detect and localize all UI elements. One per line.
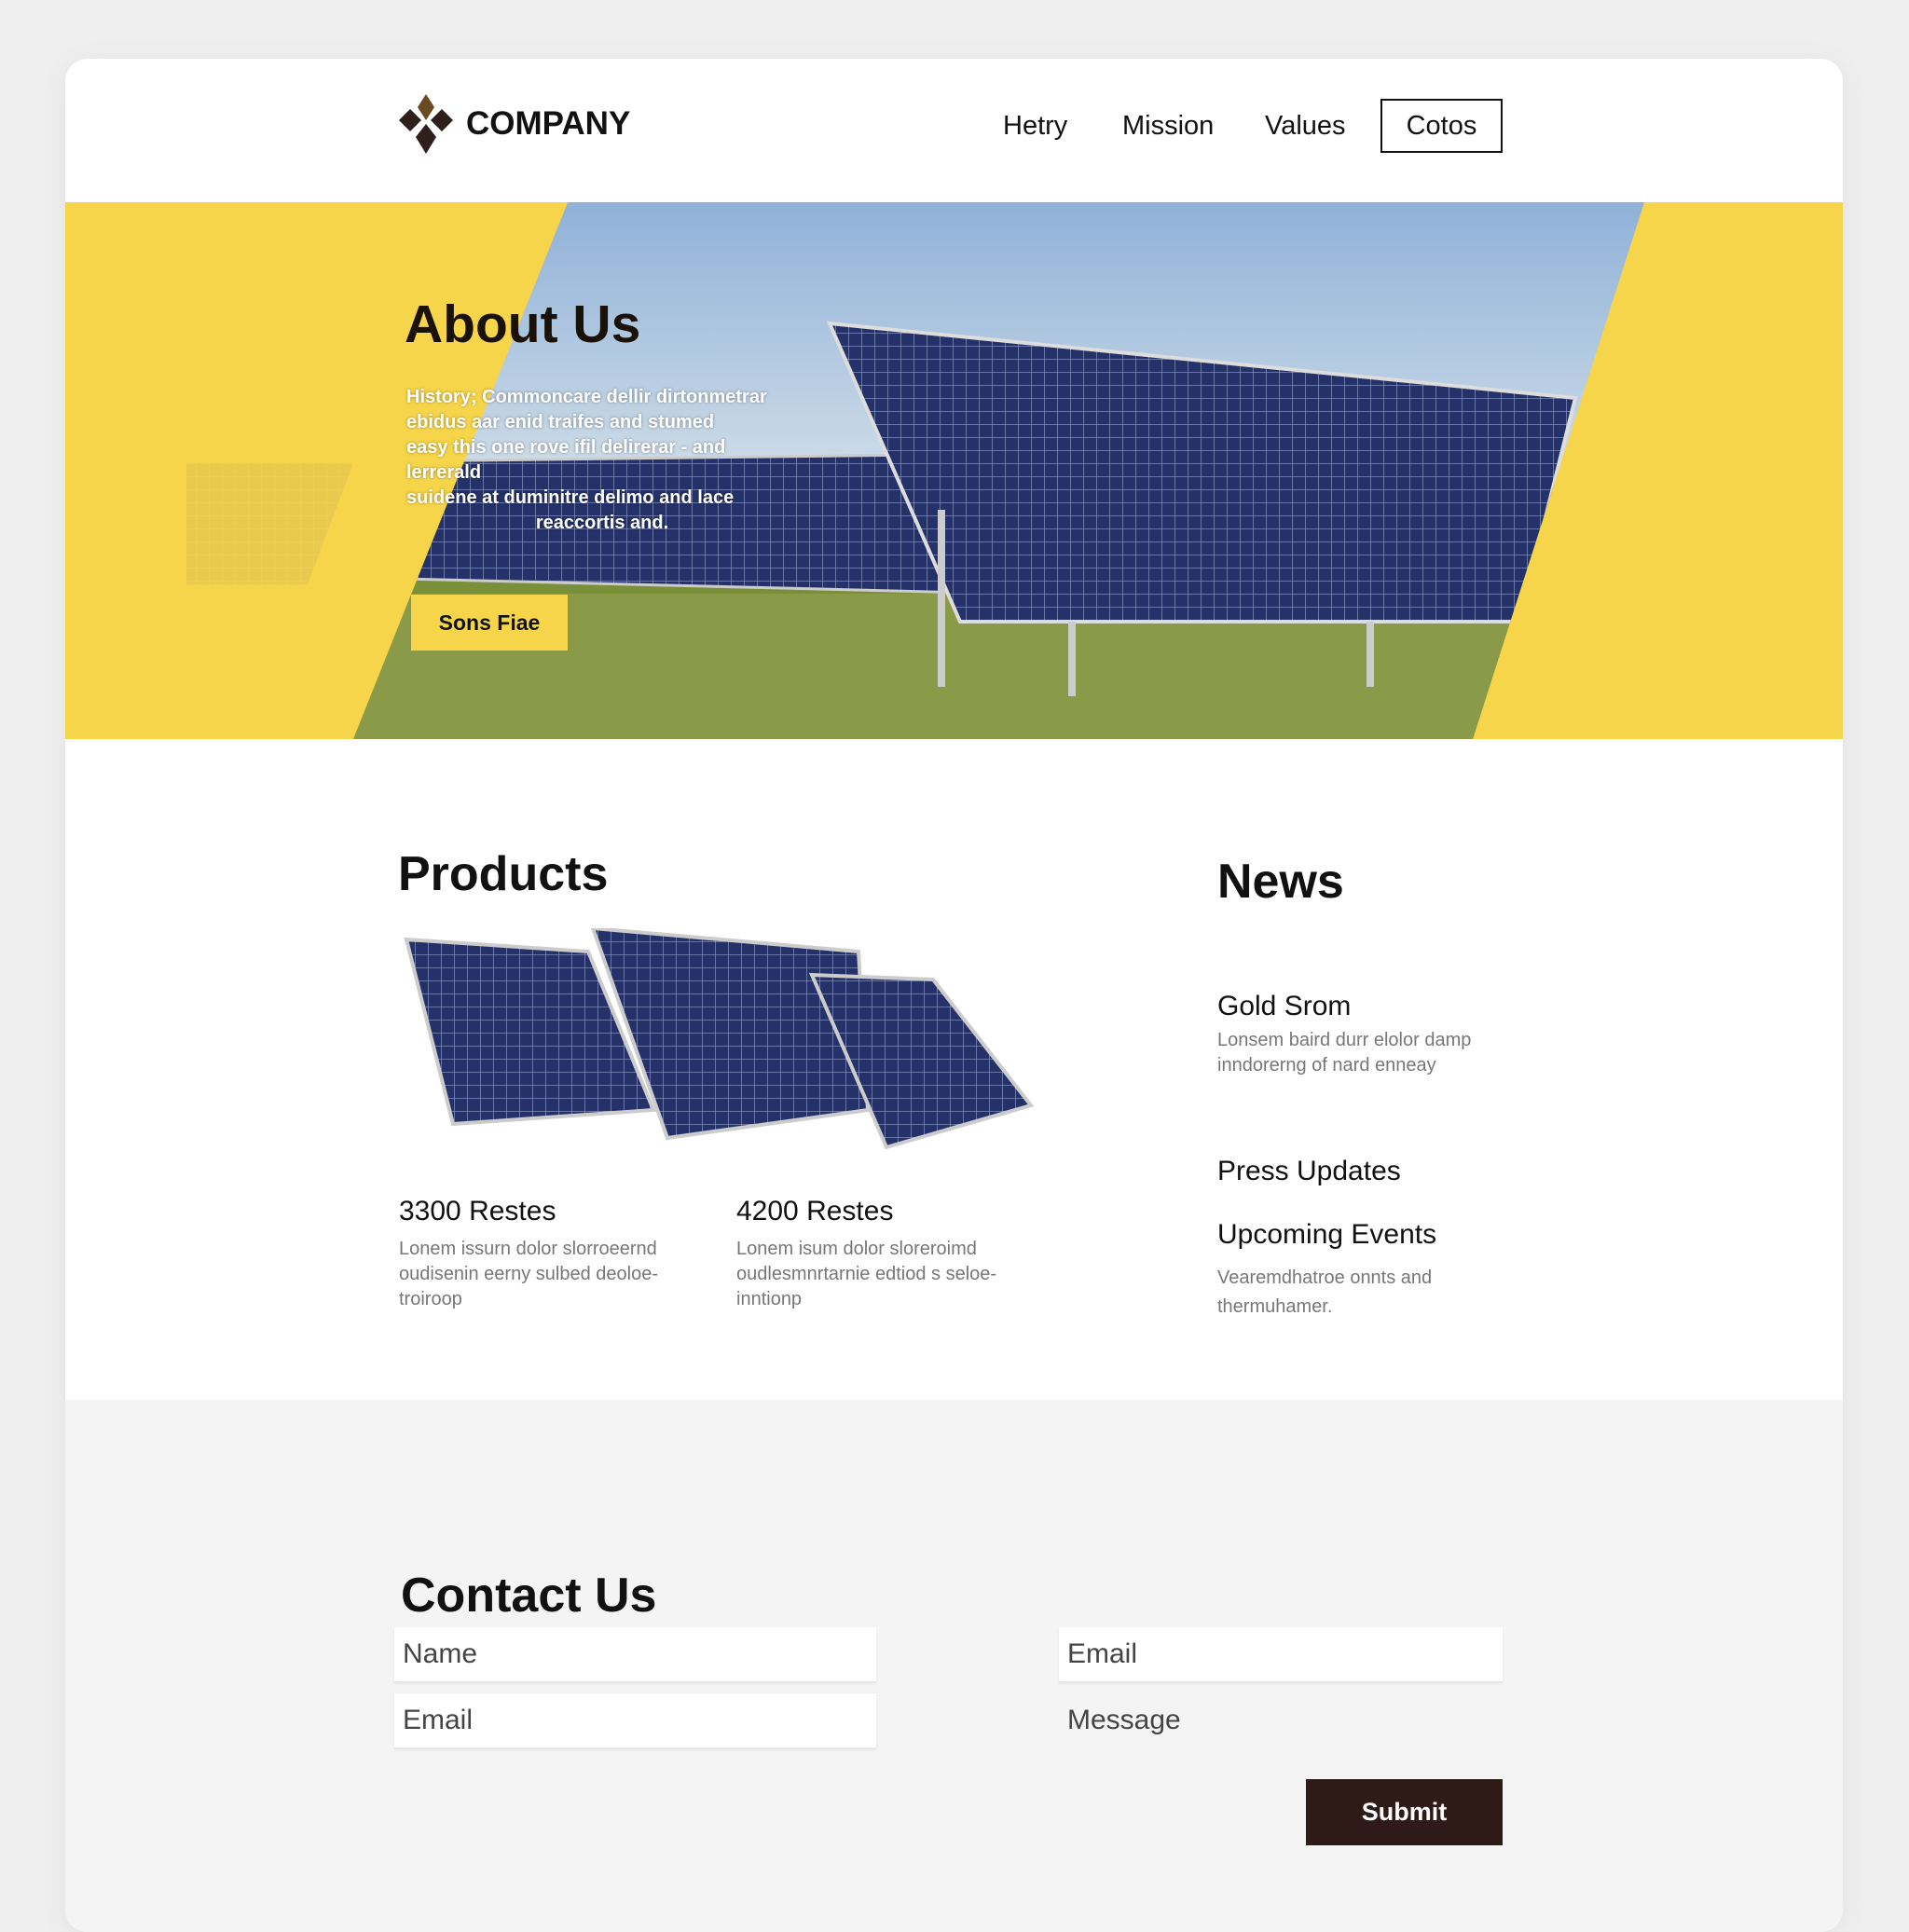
page-card: COMPANY Hetry Mission Values Cotos About… [65, 59, 1843, 1932]
news-item[interactable]: Upcoming Events Vearemdhatroe onnts and … [1217, 1219, 1516, 1322]
product-desc: Lonem isum dolor sloreroimd oudlesmnrtar… [736, 1239, 997, 1309]
nav-contact-button[interactable]: Cotos [1380, 99, 1503, 153]
hero-section: About Us History; Commoncare dellir dirt… [65, 202, 1843, 739]
news-title: Upcoming Events [1217, 1219, 1437, 1250]
nav-mission[interactable]: Mission [1122, 99, 1214, 153]
hero-line: suidene at duminitre delimo and lace [406, 487, 735, 508]
hero-title: About Us [405, 295, 641, 354]
nav-values[interactable]: Values [1265, 99, 1346, 153]
products-image [404, 928, 1035, 1150]
product-card[interactable]: 3300 Restes Lonem issurn dolor slorroeer… [399, 1196, 688, 1312]
solar-field-photo [65, 202, 1644, 739]
product-desc: Lonem issurn dolor slorroeernd oudisenin… [399, 1239, 658, 1309]
news-item[interactable]: Gold Srom Lonsem baird durr elolor damp … [1217, 991, 1516, 1078]
product-card[interactable]: 4200 Restes Lonem isum dolor sloreroimd … [736, 1196, 1025, 1312]
name-input[interactable]: Name [394, 1627, 876, 1683]
hero-line: easy this one rove ifil delirerar - and … [406, 437, 726, 483]
product-title: 3300 Restes [399, 1196, 556, 1226]
hero-line: History; Commoncare dellir dirtonmetrar [406, 387, 767, 407]
hero-line: reaccortis and. [535, 513, 669, 533]
contact-section: Contact Us Name Email Email Message Subm… [65, 1400, 1843, 1932]
news-heading: News [1217, 855, 1344, 909]
news-link-press-updates[interactable]: Press Updates [1217, 1156, 1401, 1187]
hero-paragraph: History; Commoncare dellir dirtonmetrar … [406, 385, 798, 536]
news-desc: Lonsem baird durr elolor damp inndorerng… [1217, 1030, 1472, 1076]
hero-line: ebidus aar enid traifes and stumed [406, 412, 715, 432]
submit-button[interactable]: Submit [1306, 1779, 1503, 1845]
email-input-right[interactable]: Email [1059, 1627, 1503, 1683]
main-nav: Hetry Mission Values Cotos [65, 99, 1843, 155]
email-input[interactable]: Email [394, 1693, 876, 1749]
hero-cta-button[interactable]: Sons Fiae [411, 595, 568, 651]
news-desc: Vearemdhatroe onnts and thermuhamer. [1217, 1267, 1433, 1317]
products-heading: Products [398, 847, 609, 901]
nav-history[interactable]: Hetry [1003, 99, 1067, 153]
news-title: Gold Srom [1217, 991, 1352, 1021]
product-title: 4200 Restes [736, 1196, 894, 1226]
contact-heading: Contact Us [401, 1569, 657, 1623]
message-input[interactable]: Message [1067, 1693, 1503, 1749]
